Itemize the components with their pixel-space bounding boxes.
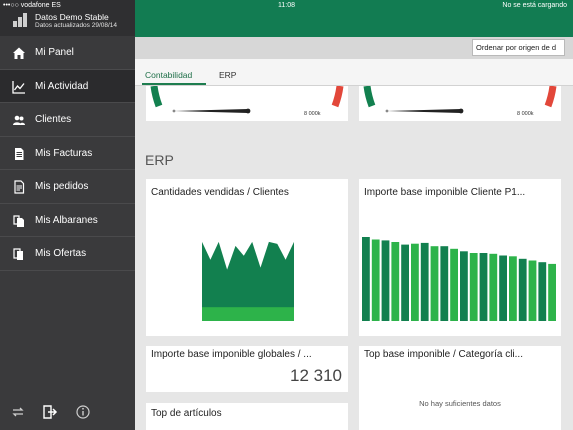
gauge-card[interactable]: 8 000k	[359, 86, 561, 121]
area-chart	[202, 241, 294, 321]
activity-chart-icon	[12, 80, 25, 94]
chart-card[interactable]: Top base imponible / Categoría cli... No…	[359, 346, 561, 430]
invoice-icon	[15, 147, 24, 160]
chart-card[interactable]: Top de artículos	[146, 403, 348, 430]
section-title: ERP	[145, 152, 174, 168]
users-icon	[13, 115, 25, 125]
kpi-card[interactable]: Importe base imponible globales / ... 12…	[146, 346, 348, 392]
sidebar-item-label: Mis Ofertas	[35, 248, 87, 259]
gauge-max-label: 8 000k	[304, 111, 321, 117]
bar	[469, 253, 478, 321]
delivery-note-icon	[13, 214, 24, 227]
sidebar-item-mi-panel[interactable]: Mi Panel	[0, 36, 135, 70]
gauge-needle	[387, 109, 461, 113]
empty-state-text: No hay suficientes datos	[419, 399, 501, 408]
chart-card[interactable]: Importe base imponible Cliente P1...	[359, 179, 561, 336]
sidebar-item-mis-albaranes[interactable]: Mis Albaranes	[0, 204, 135, 237]
sidebar-item-clientes[interactable]: Clientes	[0, 103, 135, 137]
gauge-max-label: 8 000k	[517, 111, 534, 117]
card-title: Top base imponible / Categoría cli...	[364, 349, 523, 360]
bar	[411, 243, 419, 321]
sidebar-item-label: Mis pedidos	[35, 181, 89, 192]
sidebar-item-label: Mi Actividad	[35, 80, 89, 92]
kpi-value: 12 310	[290, 366, 342, 385]
bar	[401, 244, 409, 321]
bar	[430, 246, 439, 321]
sidebar-footer	[0, 398, 135, 428]
sidebar-menu: Mi Panel Mi Actividad Clientes Mis Factu…	[0, 36, 135, 271]
bar	[381, 240, 390, 321]
order-icon	[14, 180, 25, 194]
tab-contabilidad[interactable]: Contabilidad	[145, 70, 192, 80]
bar	[420, 242, 429, 321]
gauge-needle	[174, 109, 248, 113]
sidebar-item-mis-facturas[interactable]: Mis Facturas	[0, 137, 135, 170]
dashboard-content: 8 000k 8 000k ERP Cantidades vendidas / …	[135, 86, 573, 430]
bar	[538, 262, 547, 321]
profile-subtitle: Datos actualizados 29/08/14	[35, 22, 118, 29]
clock-label: 11:08	[278, 2, 295, 9]
area-base-series	[202, 307, 294, 321]
sidebar-item-mis-pedidos[interactable]: Mis pedidos	[0, 170, 135, 204]
bar	[509, 256, 517, 321]
sidebar-item-label: Mis Facturas	[35, 147, 93, 159]
bar	[460, 251, 468, 321]
bar-chart	[362, 237, 556, 321]
sort-select[interactable]: Ordenar por origen de d	[472, 39, 565, 56]
home-icon	[13, 47, 25, 59]
bar	[499, 255, 507, 321]
sidebar-item-mi-actividad[interactable]: Mi Actividad	[0, 69, 135, 103]
sidebar-item-label: Clientes	[35, 114, 72, 125]
bar	[528, 260, 537, 321]
card-title: Importe base imponible globales / ...	[151, 349, 312, 360]
active-tab-indicator	[142, 83, 206, 85]
bar	[450, 248, 458, 321]
card-title: Top de artículos	[151, 408, 222, 419]
tab-bar: Contabilidad ERP	[135, 59, 573, 86]
info-icon[interactable]	[75, 404, 91, 420]
bar	[362, 237, 370, 321]
chart-card[interactable]: Cantidades vendidas / Clientes	[146, 179, 348, 336]
battery-label: No se está cargando	[502, 2, 567, 9]
bar	[440, 246, 449, 321]
sidebar: Datos Demo Stable Datos actualizados 29/…	[0, 0, 135, 430]
sidebar-item-mis-ofertas[interactable]: Mis Ofertas	[0, 237, 135, 271]
gauge-card[interactable]: 8 000k	[146, 86, 348, 121]
bar	[518, 258, 527, 321]
bar	[479, 253, 488, 321]
tab-erp[interactable]: ERP	[219, 70, 236, 80]
bar	[371, 239, 380, 321]
bar	[548, 263, 556, 321]
status-bar: •••○○ vodafone ES 11:08 No se está carga…	[0, 0, 573, 14]
bar	[391, 242, 400, 321]
gauge-chart: 8 000k	[363, 86, 557, 117]
sort-bar: Ordenar por origen de d	[135, 37, 573, 59]
sidebar-item-label: Mis Albaranes	[35, 214, 98, 226]
sync-icon[interactable]	[10, 404, 26, 420]
offer-icon	[13, 248, 23, 260]
logout-icon[interactable]	[42, 404, 58, 420]
bar	[489, 253, 498, 321]
signal-bars-icon	[13, 13, 29, 27]
sidebar-item-label: Mi Panel	[35, 47, 74, 58]
gauge-chart: 8 000k	[150, 86, 344, 117]
